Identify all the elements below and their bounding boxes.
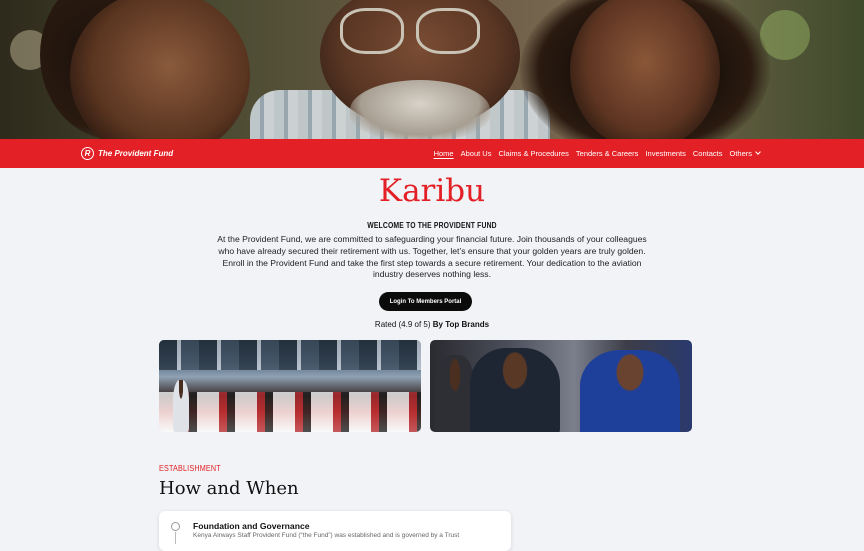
page-title: Karibu	[378, 173, 486, 209]
rated-prefix: Rated	[374, 320, 397, 329]
rated-suffix: By Top Brands	[432, 320, 490, 329]
nav-menu: Home About Us Claims & Procedures Tender…	[434, 139, 761, 168]
brand-logo[interactable]: R The Provident Fund	[81, 147, 173, 160]
brand-name: The Provident Fund	[98, 149, 174, 158]
nav-item-others-label: Others	[729, 149, 752, 158]
rating-line: Rated (4.9 of 5) By Top Brands	[0, 320, 864, 329]
members-audience-photo	[430, 340, 692, 432]
top-navbar: R The Provident Fund Home About Us Claim…	[0, 139, 864, 168]
section-title: How and When	[159, 478, 299, 499]
logo-icon: R	[81, 147, 94, 160]
welcome-subtitle: WELCOME TO THE PROVIDENT FUND	[367, 221, 497, 230]
nav-item-home[interactable]: Home	[434, 149, 454, 158]
login-members-portal-button[interactable]: Login To Members Portal	[379, 292, 472, 311]
hero-image	[0, 0, 864, 139]
event-hall-photo	[159, 340, 421, 432]
nav-item-claims-procedures[interactable]: Claims & Procedures	[498, 149, 568, 158]
nav-item-others[interactable]: Others	[729, 149, 761, 158]
nav-item-contacts[interactable]: Contacts	[693, 149, 723, 158]
chevron-down-icon	[755, 149, 761, 155]
location-pin-icon	[171, 522, 180, 544]
card-title: Foundation and Governance	[193, 521, 310, 531]
nav-item-about-us[interactable]: About Us	[461, 149, 492, 158]
nav-item-tenders-careers[interactable]: Tenders & Careers	[576, 149, 639, 158]
section-eyebrow: ESTABLISHMENT	[159, 464, 221, 473]
timeline-card: Foundation and Governance Kenya Airways …	[159, 511, 511, 551]
intro-paragraph: At the Provident Fund, we are committed …	[217, 234, 647, 280]
nav-item-investments[interactable]: Investments	[645, 149, 685, 158]
rated-score: (4.9 of 5)	[398, 320, 431, 329]
card-text: Kenya Airways Staff Provident Fund (“the…	[193, 532, 460, 539]
